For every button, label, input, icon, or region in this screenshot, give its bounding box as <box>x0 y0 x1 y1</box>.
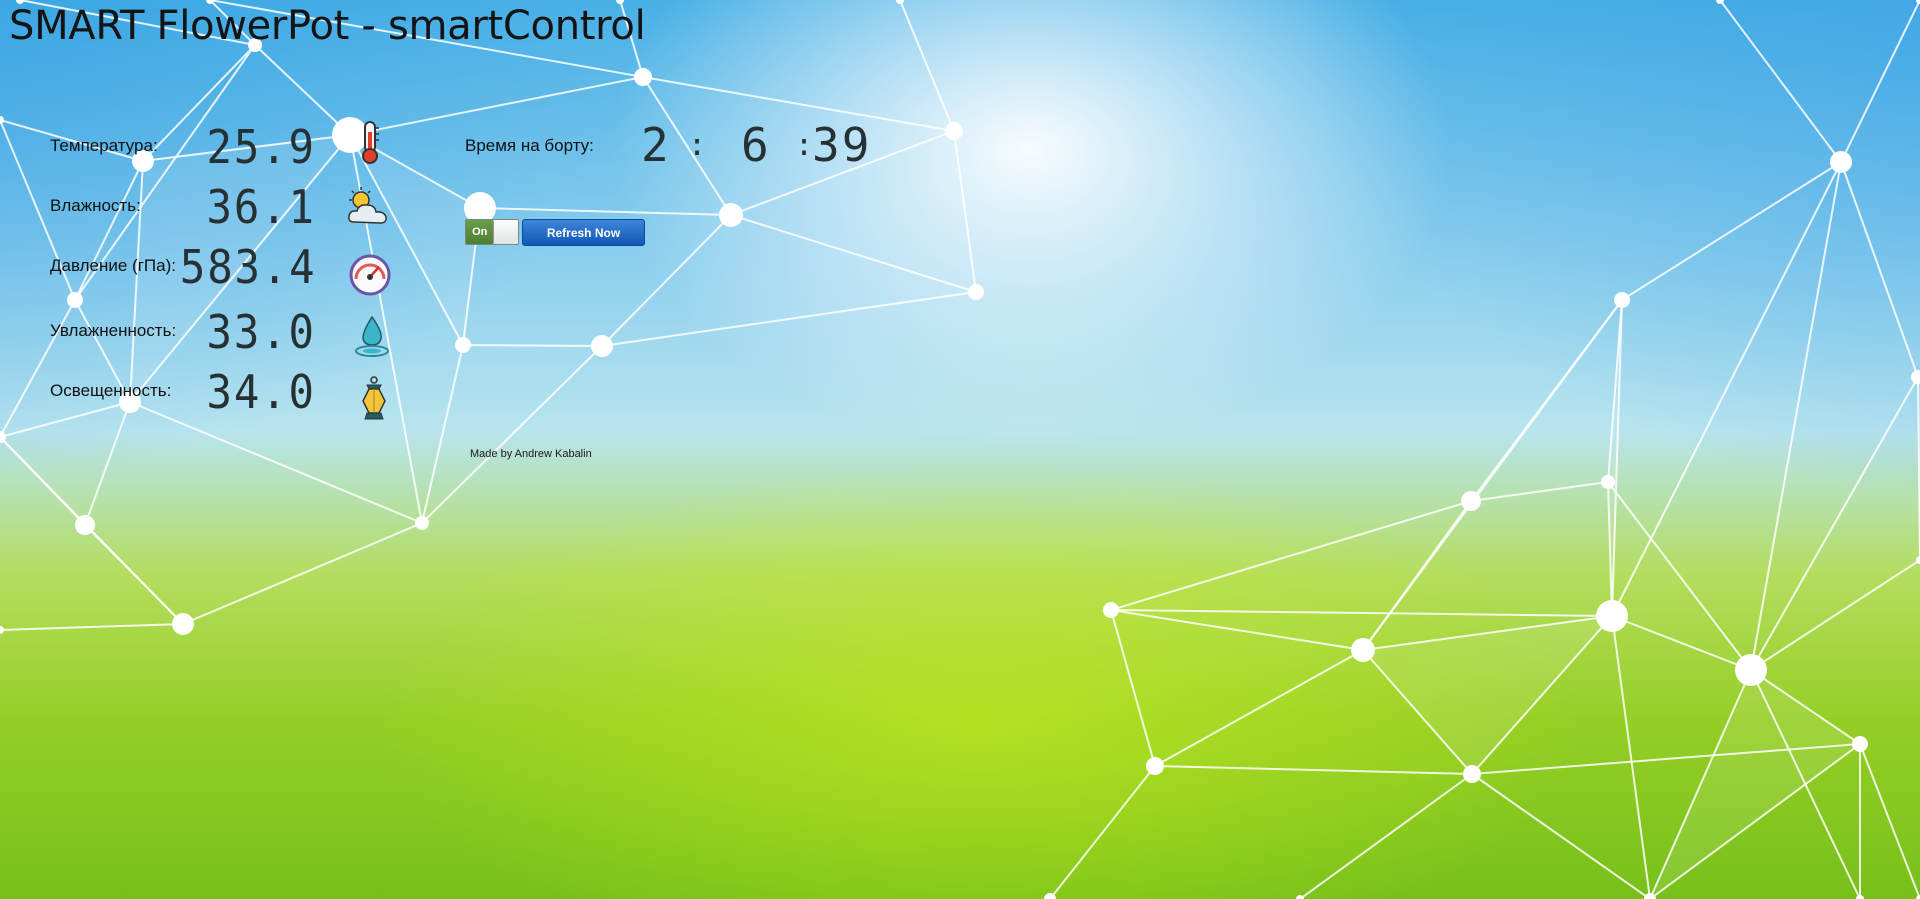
pressure-label: Давление (гПа): <box>50 256 176 275</box>
refresh-now-button[interactable]: Refresh Now <box>522 219 645 246</box>
pressure-value: 583.4 <box>179 240 316 294</box>
moisture-label: Увлажненность: <box>50 321 177 340</box>
toggle-on-label: On <box>466 220 494 244</box>
uptime-label: Время на борту: <box>465 136 594 155</box>
humidity-label: Влажность: <box>50 196 141 215</box>
speedometer-gauge-icon <box>349 254 391 296</box>
uptime-separator-1: : <box>688 128 709 163</box>
thermometer-icon <box>362 121 379 164</box>
uptime-minutes: 6 <box>741 118 771 172</box>
temperature-value: 25.9 <box>206 120 316 174</box>
auto-refresh-toggle[interactable]: On <box>465 219 519 245</box>
uptime-seconds: 39 <box>812 118 872 172</box>
moisture-value: 33.0 <box>206 305 316 359</box>
water-drop-icon <box>355 315 389 357</box>
uptime-hours: 2 <box>641 118 671 172</box>
temperature-label: Температура: <box>50 136 158 155</box>
lantern-icon <box>362 376 386 420</box>
weather-cloud-sun-icon <box>348 187 387 224</box>
illumination-value: 34.0 <box>206 365 316 419</box>
app-title: SMART FlowerPot - smartControl <box>9 3 646 49</box>
humidity-value: 36.1 <box>206 180 316 234</box>
toggle-knob <box>493 220 518 244</box>
credit-text: Made by Andrew Kabalin <box>470 448 592 460</box>
illumination-label: Освещенность: <box>50 381 172 400</box>
